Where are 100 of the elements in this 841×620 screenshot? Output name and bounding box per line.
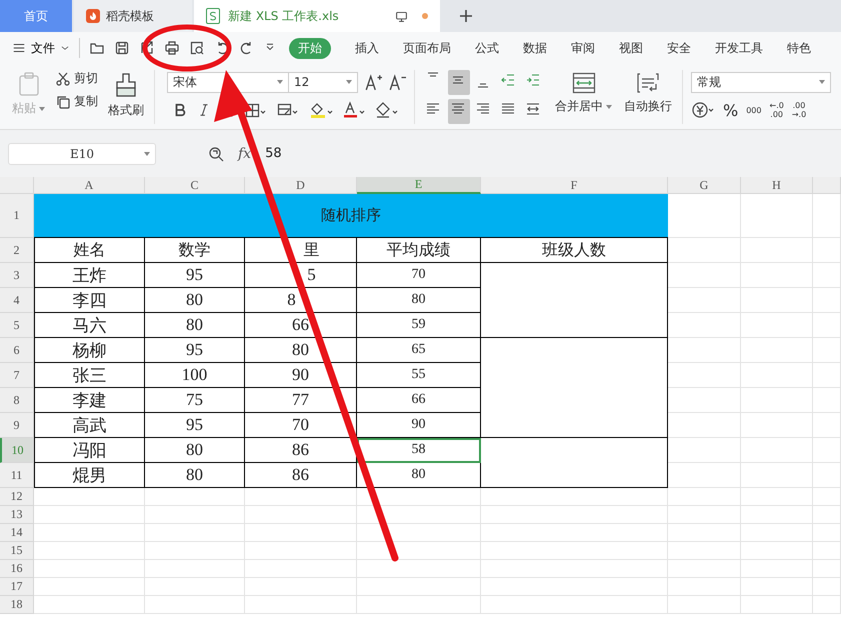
row-header[interactable]: 14 — [0, 524, 34, 542]
column-header[interactable]: H — [741, 177, 813, 194]
row-header[interactable]: 2 — [0, 238, 34, 263]
row-header[interactable]: 1 — [0, 194, 34, 238]
unsaved-dot — [422, 13, 428, 19]
empty-cell — [741, 542, 813, 560]
ribbon-tab[interactable]: 特色 — [787, 38, 811, 58]
empty-cell — [813, 263, 841, 288]
row-header[interactable]: 16 — [0, 560, 34, 578]
row-header[interactable]: 11 — [0, 463, 34, 488]
ribbon-tab[interactable]: 视图 — [619, 38, 643, 58]
ribbon-tab[interactable]: 数据 — [523, 38, 547, 58]
header-cell: 姓名 — [34, 238, 145, 263]
row-header[interactable]: 3 — [0, 263, 34, 288]
export-icon[interactable] — [139, 40, 155, 56]
formula-field[interactable]: 58 — [265, 146, 282, 161]
table-cell: 70 — [245, 413, 357, 438]
empty-cell — [813, 388, 841, 413]
row-header[interactable]: 6 — [0, 338, 34, 363]
cell-format-icon[interactable] — [277, 102, 299, 118]
empty-cell — [741, 413, 813, 438]
print-icon[interactable] — [164, 40, 180, 56]
table-cell: 77 — [245, 388, 357, 413]
fill-color-icon[interactable] — [309, 101, 333, 119]
new-tab-icon[interactable] — [458, 8, 474, 24]
name-box[interactable]: E10 — [8, 142, 156, 164]
table-cell: 李建 — [34, 388, 145, 413]
column-header[interactable]: D — [245, 177, 357, 194]
column-header[interactable]: F — [481, 177, 668, 194]
format-painter-button[interactable]: 格式刷 — [106, 70, 146, 124]
empty-cell — [741, 194, 813, 238]
font-color-icon[interactable] — [343, 101, 365, 119]
indent-align-icon — [525, 72, 541, 88]
eraser-icon[interactable] — [375, 101, 399, 119]
bold-icon[interactable] — [173, 103, 187, 117]
row-header[interactable]: 12 — [0, 488, 34, 506]
empty-cell — [813, 542, 841, 560]
column-header[interactable]: C — [145, 177, 245, 194]
row-header[interactable]: 18 — [0, 596, 34, 614]
align-button[interactable] — [448, 99, 470, 124]
currency-icon[interactable] — [691, 101, 715, 119]
ribbon-tab[interactable]: 安全 — [667, 38, 691, 58]
ribbon-tab[interactable]: 公式 — [475, 38, 499, 58]
table-cell: 李四 — [34, 288, 145, 313]
empty-cell — [741, 263, 813, 288]
ribbon-tab[interactable]: 页面布局 — [403, 38, 451, 58]
table-cell: 100 — [145, 363, 245, 388]
table-cell: 59 — [357, 313, 481, 338]
preview-icon[interactable] — [189, 40, 205, 56]
table-cell: 冯阳 — [34, 438, 145, 463]
thousands-button[interactable]: 000 — [746, 106, 762, 114]
table-cell: 95 — [145, 413, 245, 438]
font-size-select[interactable]: 12 — [288, 72, 358, 92]
empty-cell — [813, 596, 841, 614]
decimal-button[interactable]: ←.0 .00 — [769, 101, 784, 119]
empty-cell — [813, 313, 841, 338]
function-label[interactable]: fx — [238, 146, 252, 162]
row-header[interactable]: 15 — [0, 542, 34, 560]
row-header[interactable]: 13 — [0, 506, 34, 524]
row-header[interactable]: 4 — [0, 288, 34, 313]
shrink-font-icon[interactable] — [388, 73, 406, 91]
cut-button[interactable]: 剪切 — [55, 70, 98, 87]
ribbon-tab[interactable]: 开发工具 — [715, 38, 763, 58]
merge-center-button[interactable]: 合并居中 — [553, 70, 614, 124]
row-header[interactable]: 17 — [0, 578, 34, 596]
document-tab[interactable]: 稻壳模板 — [74, 0, 192, 32]
empty-cell — [741, 463, 813, 488]
decimal-button[interactable]: .00 →.0 — [792, 101, 806, 119]
borders-icon[interactable] — [245, 102, 267, 118]
table-cell: 66 — [357, 388, 481, 413]
table-cell: 80 — [145, 313, 245, 338]
row-header[interactable]: 9 — [0, 413, 34, 438]
save-icon[interactable] — [114, 40, 130, 56]
empty-cell — [813, 560, 841, 578]
percent-button[interactable]: % — [723, 100, 738, 120]
empty-cell — [741, 438, 813, 463]
ribbon-tab[interactable]: 审阅 — [571, 38, 595, 58]
font-name-select[interactable]: 宋体 — [167, 72, 289, 92]
table-cell: 马六 — [34, 313, 145, 338]
copy-button[interactable]: 复制 — [55, 93, 98, 110]
column-header[interactable]: G — [668, 177, 741, 194]
row-header[interactable]: 5 — [0, 313, 34, 338]
ribbon-tab[interactable]: 插入 — [355, 38, 379, 58]
align-button[interactable] — [448, 70, 470, 95]
menu-icon — [12, 41, 26, 55]
table-cell: 70 — [357, 263, 481, 288]
file-menu[interactable]: 文件 — [12, 40, 70, 56]
flame-icon — [86, 9, 100, 23]
title-cell: 随机排序 — [34, 194, 668, 238]
document-tab[interactable]: 新建 XLS 工作表.xls — [194, 0, 440, 32]
row-header[interactable]: 8 — [0, 388, 34, 413]
monitor-icon[interactable] — [395, 10, 408, 22]
row-header[interactable]: 7 — [0, 363, 34, 388]
zoom-icon[interactable] — [208, 146, 224, 162]
column-header[interactable]: A — [34, 177, 145, 194]
number-format-select[interactable]: 常规 — [691, 72, 831, 92]
wrap-text-button[interactable]: 自动换行 — [622, 70, 674, 124]
empty-cell — [813, 238, 841, 263]
grow-font-icon[interactable] — [364, 73, 382, 91]
scissors-icon — [55, 70, 71, 86]
